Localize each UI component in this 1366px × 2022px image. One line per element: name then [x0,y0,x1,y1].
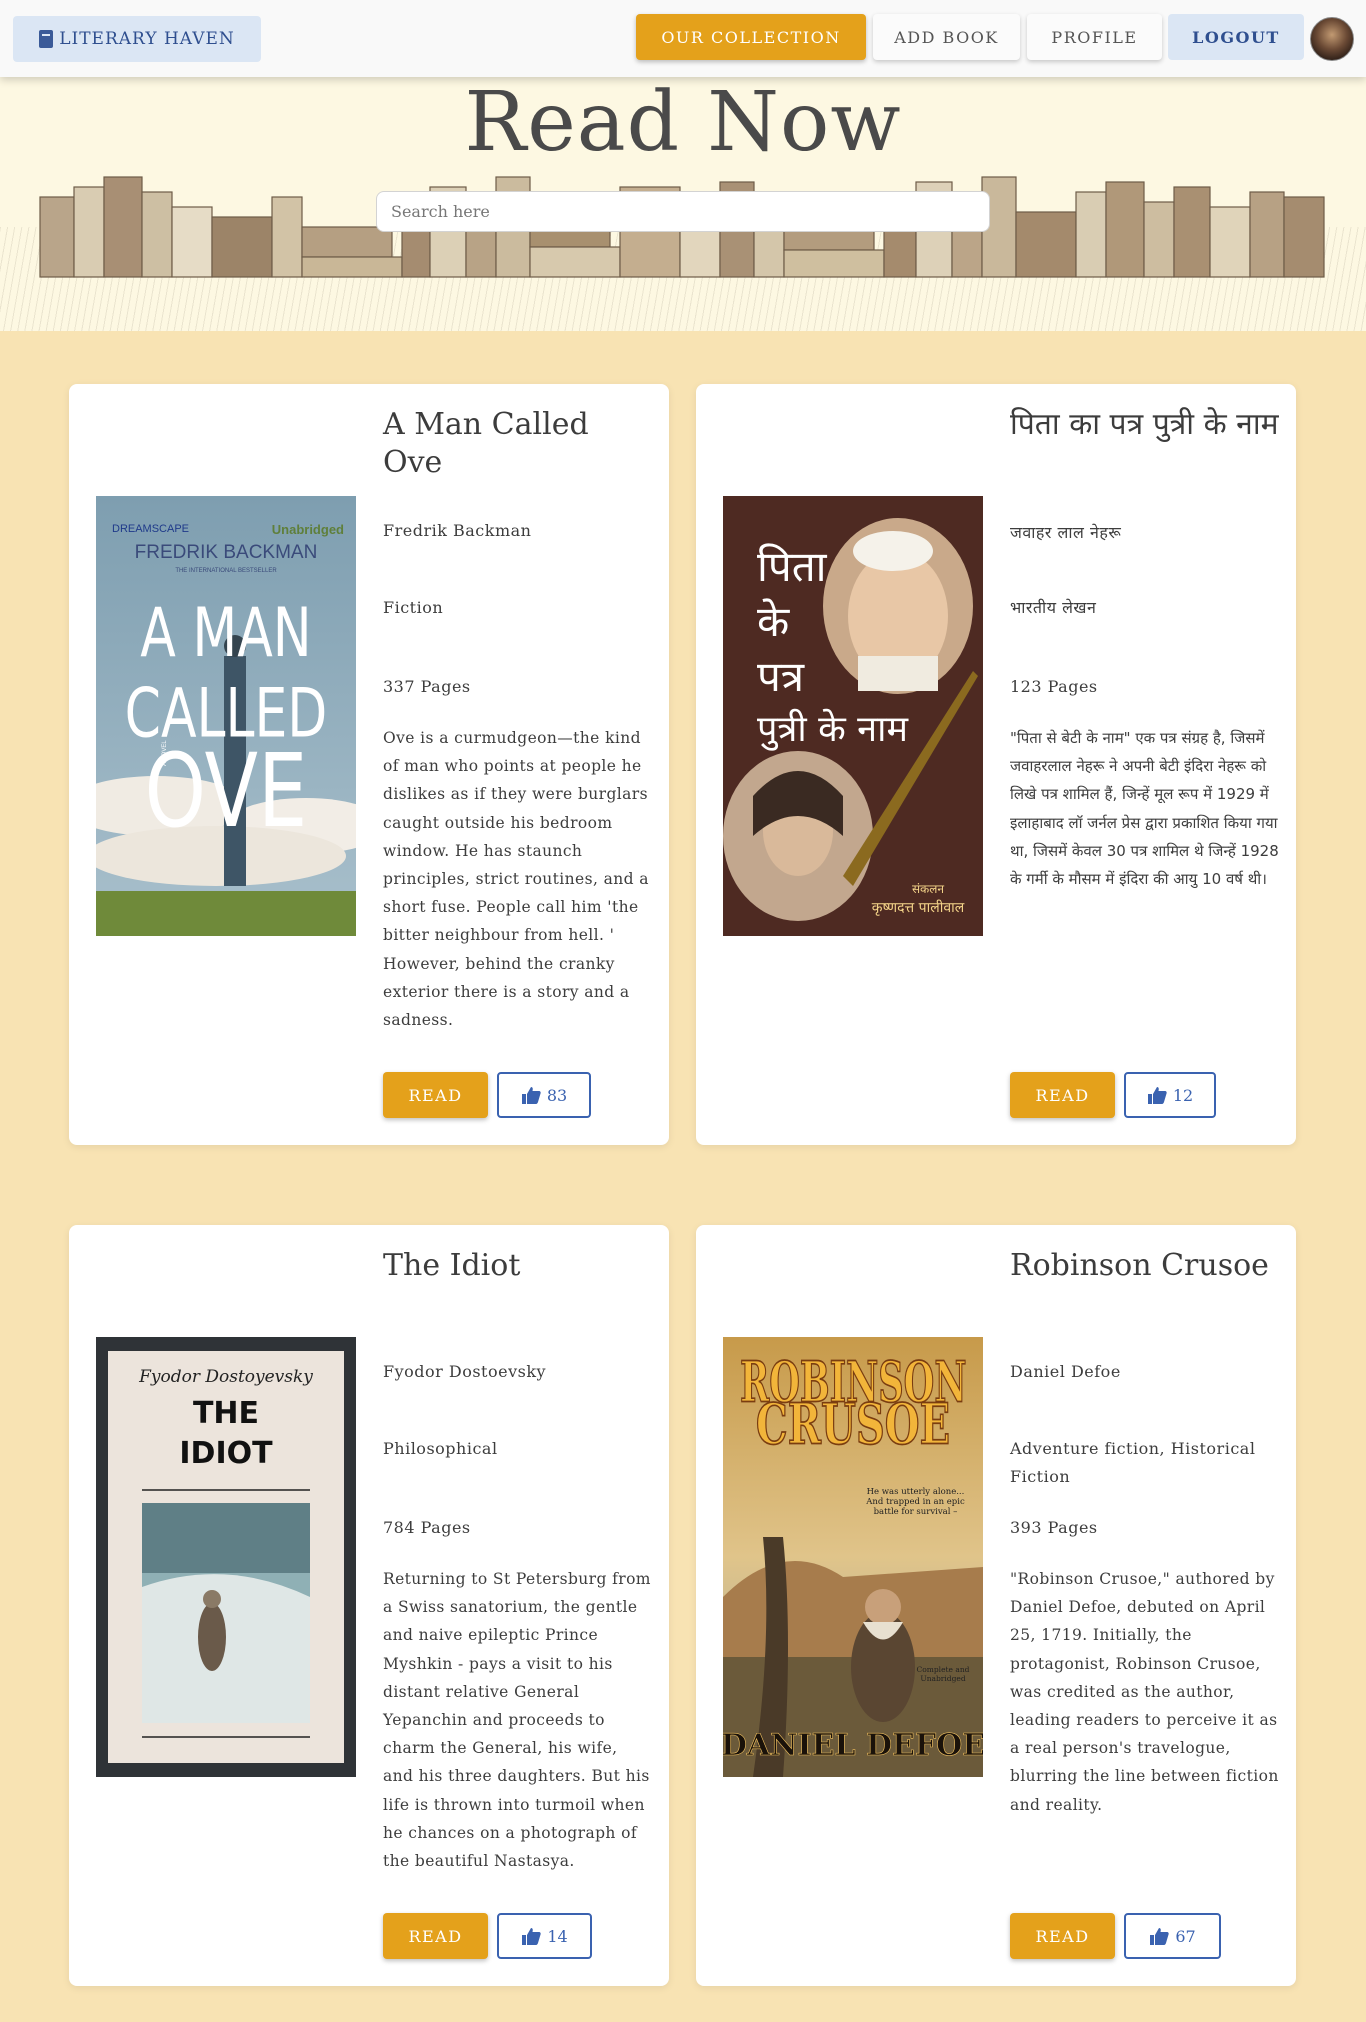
read-button[interactable]: READ [383,1072,488,1118]
book-description: Ove is a curmudgeon—the kind of man who … [383,729,649,1030]
book-author: Fyodor Dostoevsky [383,1362,547,1381]
book-title: A Man Called Ove [383,407,589,480]
book-author: Daniel Defoe [1010,1362,1121,1381]
svg-text:A MAN: A MAN [140,594,311,672]
like-button[interactable]: 83 [497,1072,591,1118]
book-genre: भारतीय लेखन [1010,598,1097,617]
svg-text:पिता: पिता [757,542,828,591]
book-card: Fyodor Dostoyevsky THE IDIOT The Idiot F… [69,1225,669,1986]
book-cover-image[interactable]: पिता के पत्र पुत्री के नाम संकलन कृष्णदत… [723,496,983,936]
page-title: Read Now [464,77,902,170]
book-card: DREAMSCAPE Unabridged FREDRIK BACKMAN TH… [69,384,669,1145]
thumbs-up-icon [521,1087,541,1104]
svg-text:कृष्णदत्त पालीवाल: कृष्णदत्त पालीवाल [872,899,965,916]
book-genre: Adventure fiction, Historical Fiction [1010,1439,1256,1486]
read-button[interactable]: READ [1010,1072,1115,1118]
our-collection-button[interactable]: OUR COLLECTION [636,14,866,60]
book-genre: Philosophical [383,1439,498,1458]
book-card: पिता के पत्र पुत्री के नाम संकलन कृष्णदत… [696,384,1296,1145]
svg-text:THE: THE [193,1396,259,1431]
svg-text:पत्र: पत्र [757,652,805,701]
svg-text:DREAMSCAPE: DREAMSCAPE [112,523,189,535]
add-book-button[interactable]: ADD BOOK [873,14,1020,60]
svg-text:पुत्री के नाम: पुत्री के नाम [757,708,909,751]
book-title: Robinson Crusoe [1010,1248,1269,1283]
navbar: LITERARY HAVEN OUR COLLECTION ADD BOOK P… [0,0,1366,77]
like-button[interactable]: 14 [497,1913,592,1959]
read-button[interactable]: READ [1010,1913,1115,1959]
book-cover-image[interactable]: ROBINSON CRUSOE He was utterly alone... … [723,1337,983,1777]
book-pages: 784 Pages [383,1518,471,1537]
thumbs-up-icon [1150,1928,1170,1945]
svg-text:संकलन: संकलन [912,882,944,896]
like-button[interactable]: 67 [1124,1913,1221,1959]
svg-text:CRUSOE: CRUSOE [756,1392,950,1458]
like-count: 14 [547,1926,568,1946]
like-count: 67 [1175,1926,1196,1946]
user-avatar[interactable] [1310,17,1354,61]
thumbs-up-icon [522,1928,542,1945]
like-count: 83 [546,1085,568,1105]
svg-text:THE INTERNATIONAL BESTSELLER: THE INTERNATIONAL BESTSELLER [175,568,277,574]
like-button[interactable]: 12 [1124,1072,1216,1118]
svg-text:के: के [757,597,790,646]
read-button[interactable]: READ [383,1913,488,1959]
svg-text:DANIEL DEFOE: DANIEL DEFOE [723,1728,983,1763]
svg-text:A NOVEL: A NOVEL [162,740,168,766]
book-author: Fredrik Backman [383,521,532,540]
search-input[interactable] [376,191,990,232]
svg-text:IDIOT: IDIOT [179,1436,273,1471]
book-pages: 393 Pages [1010,1518,1098,1537]
book-pages: 337 Pages [383,677,471,696]
book-title: The Idiot [383,1248,521,1283]
brand-name: LITERARY HAVEN [59,29,235,49]
svg-text:Fyodor Dostoyevsky: Fyodor Dostoyevsky [138,1367,313,1387]
book-description: "पिता से बेटी के नाम" एक पत्र संग्रह है,… [1010,729,1279,889]
thumbs-up-icon [1147,1087,1167,1104]
book-pages: 123 Pages [1010,677,1098,696]
logout-button[interactable]: LOGOUT [1168,14,1304,60]
svg-text:Unabridged: Unabridged [272,522,344,537]
profile-button[interactable]: PROFILE [1027,14,1162,60]
like-count: 12 [1172,1085,1194,1105]
book-description: "Robinson Crusoe," authored by Daniel De… [1010,1570,1279,1814]
svg-text:OVE: OVE [145,733,308,851]
svg-text:FREDRIK BACKMAN: FREDRIK BACKMAN [135,542,318,563]
book-cover-image[interactable]: Fyodor Dostoyevsky THE IDIOT [96,1337,356,1777]
book-author: जवाहर लाल नेहरू [1010,523,1122,542]
book-card: ROBINSON CRUSOE He was utterly alone... … [696,1225,1296,1986]
brand-logo-link[interactable]: LITERARY HAVEN [13,16,261,62]
book-genre: Fiction [383,598,444,617]
book-description: Returning to St Petersburg from a Swiss … [383,1570,651,1871]
book-title: पिता का पत्र पुत्री के नाम [1010,407,1279,442]
book-icon [39,30,54,48]
book-cover-image[interactable]: DREAMSCAPE Unabridged FREDRIK BACKMAN TH… [96,496,356,936]
